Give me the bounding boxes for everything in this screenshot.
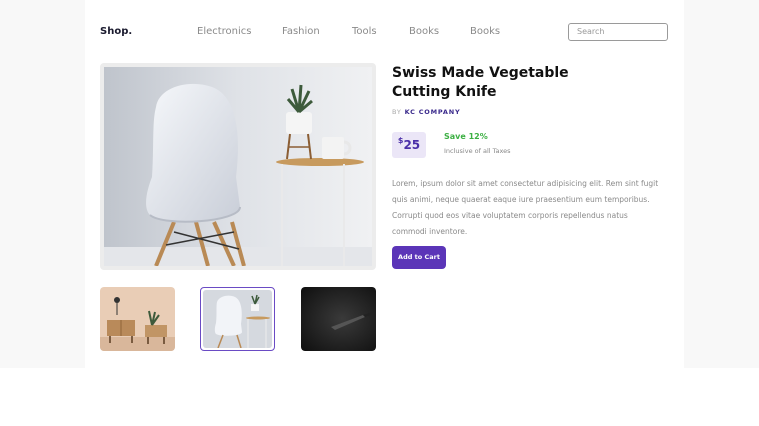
- brand-line: BY KC COMPANY: [392, 108, 460, 116]
- chair-with-side-table-photo: [104, 67, 372, 266]
- dark-knife-photo: [301, 287, 376, 351]
- nav-item-books-2[interactable]: Books: [470, 26, 500, 37]
- discount-label: Save 12%: [444, 132, 488, 141]
- room-with-cabinet-photo: [100, 287, 175, 351]
- nav-item-tools[interactable]: Tools: [352, 26, 377, 37]
- nav-item-electronics[interactable]: Electronics: [197, 26, 252, 37]
- chair-with-side-table-photo: [203, 290, 272, 348]
- knife-illustration: [301, 287, 376, 351]
- brand-name[interactable]: KC COMPANY: [405, 108, 461, 116]
- price-badge: $25: [392, 132, 426, 158]
- product-description: Lorem, ipsum dolor sit amet consectetur …: [392, 179, 659, 236]
- chair-scene-illustration: [104, 67, 372, 266]
- thumbnail-3[interactable]: [301, 287, 376, 351]
- thumbnail-1[interactable]: [100, 287, 175, 351]
- search-input[interactable]: Search: [568, 23, 668, 41]
- thumbnail-2[interactable]: [200, 287, 275, 351]
- brand-prefix: BY: [392, 108, 402, 116]
- tax-note: Inclusive of all Taxes: [444, 147, 511, 155]
- nav-item-books[interactable]: Books: [409, 26, 439, 37]
- main-product-image: [100, 63, 376, 270]
- room-illustration: [100, 287, 175, 351]
- price-value: 25: [403, 138, 421, 152]
- nav-item-fashion[interactable]: Fashion: [282, 26, 320, 37]
- chair-thumb-illustration: [203, 290, 272, 348]
- product-title: Swiss Made Vegetable Cutting Knife: [392, 65, 569, 100]
- search-placeholder: Search: [577, 27, 605, 36]
- add-to-cart-button[interactable]: Add to Cart: [392, 246, 446, 269]
